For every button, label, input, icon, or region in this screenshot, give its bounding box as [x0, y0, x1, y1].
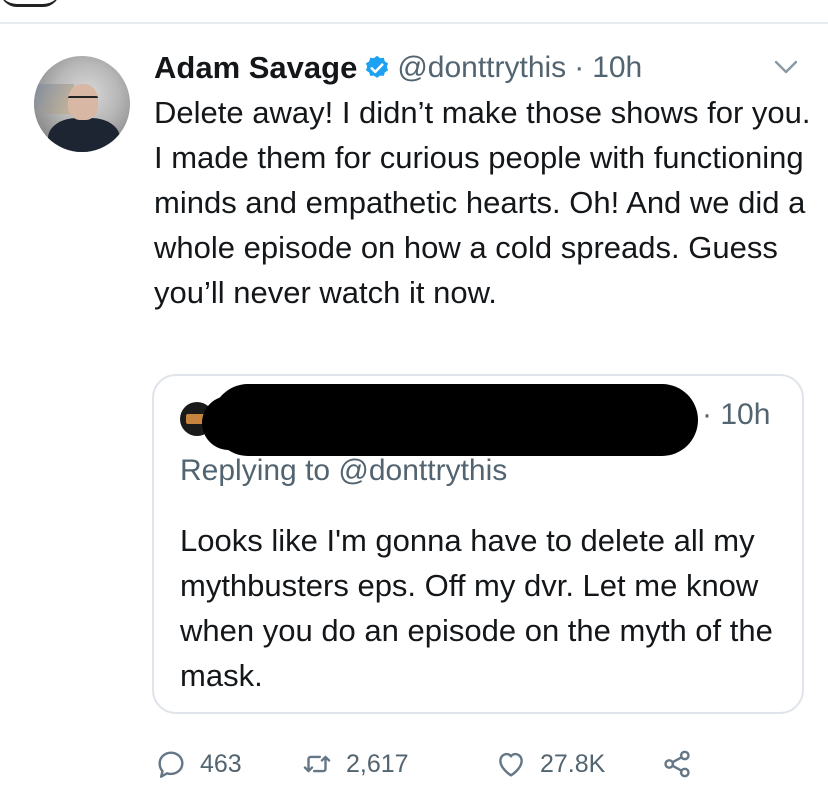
retweet-icon	[303, 755, 331, 773]
redaction-mark	[212, 384, 698, 456]
reply-icon	[158, 751, 184, 778]
retweet-count: 2,617	[346, 749, 409, 778]
share-icon	[664, 750, 690, 778]
like-count: 27.8K	[540, 749, 606, 778]
tweet-text: Delete away! I didn’t make those shows f…	[154, 95, 811, 310]
reply-count: 463	[200, 749, 242, 778]
reply-button[interactable]: 463	[154, 742, 242, 786]
quoted-tweet[interactable]: · 10h Replying to @donttrythis Looks lik…	[152, 374, 804, 714]
quoted-tweet-text: Looks like I'm gonna have to delete all …	[180, 523, 773, 693]
tweet[interactable]: Adam Savage @donttrythis · 10h Delete aw…	[0, 24, 828, 803]
tweet-time[interactable]: 10h	[592, 51, 642, 85]
share-button[interactable]	[660, 742, 706, 786]
like-button[interactable]: 27.8K	[494, 742, 605, 786]
previous-tweet-edge	[0, 0, 60, 7]
avatar-body	[48, 118, 120, 152]
author-avatar[interactable]	[34, 56, 130, 152]
meta-separator: ·	[574, 51, 585, 84]
author-name[interactable]: Adam Savage	[154, 50, 357, 86]
replying-to-label: Replying to @donttrythis	[180, 454, 508, 487]
avatar-glasses	[68, 96, 98, 106]
verified-badge-icon	[363, 54, 391, 82]
tweet-actions: 463 2,617 27.8K	[154, 742, 714, 786]
chevron-down-icon[interactable]	[772, 56, 800, 78]
like-icon	[499, 752, 523, 777]
author-handle[interactable]: @donttrythis	[397, 51, 566, 85]
tweet-header: Adam Savage @donttrythis · 10h	[154, 48, 642, 88]
quoted-tweet-time[interactable]: · 10h	[702, 398, 770, 432]
retweet-button[interactable]: 2,617	[300, 742, 409, 786]
